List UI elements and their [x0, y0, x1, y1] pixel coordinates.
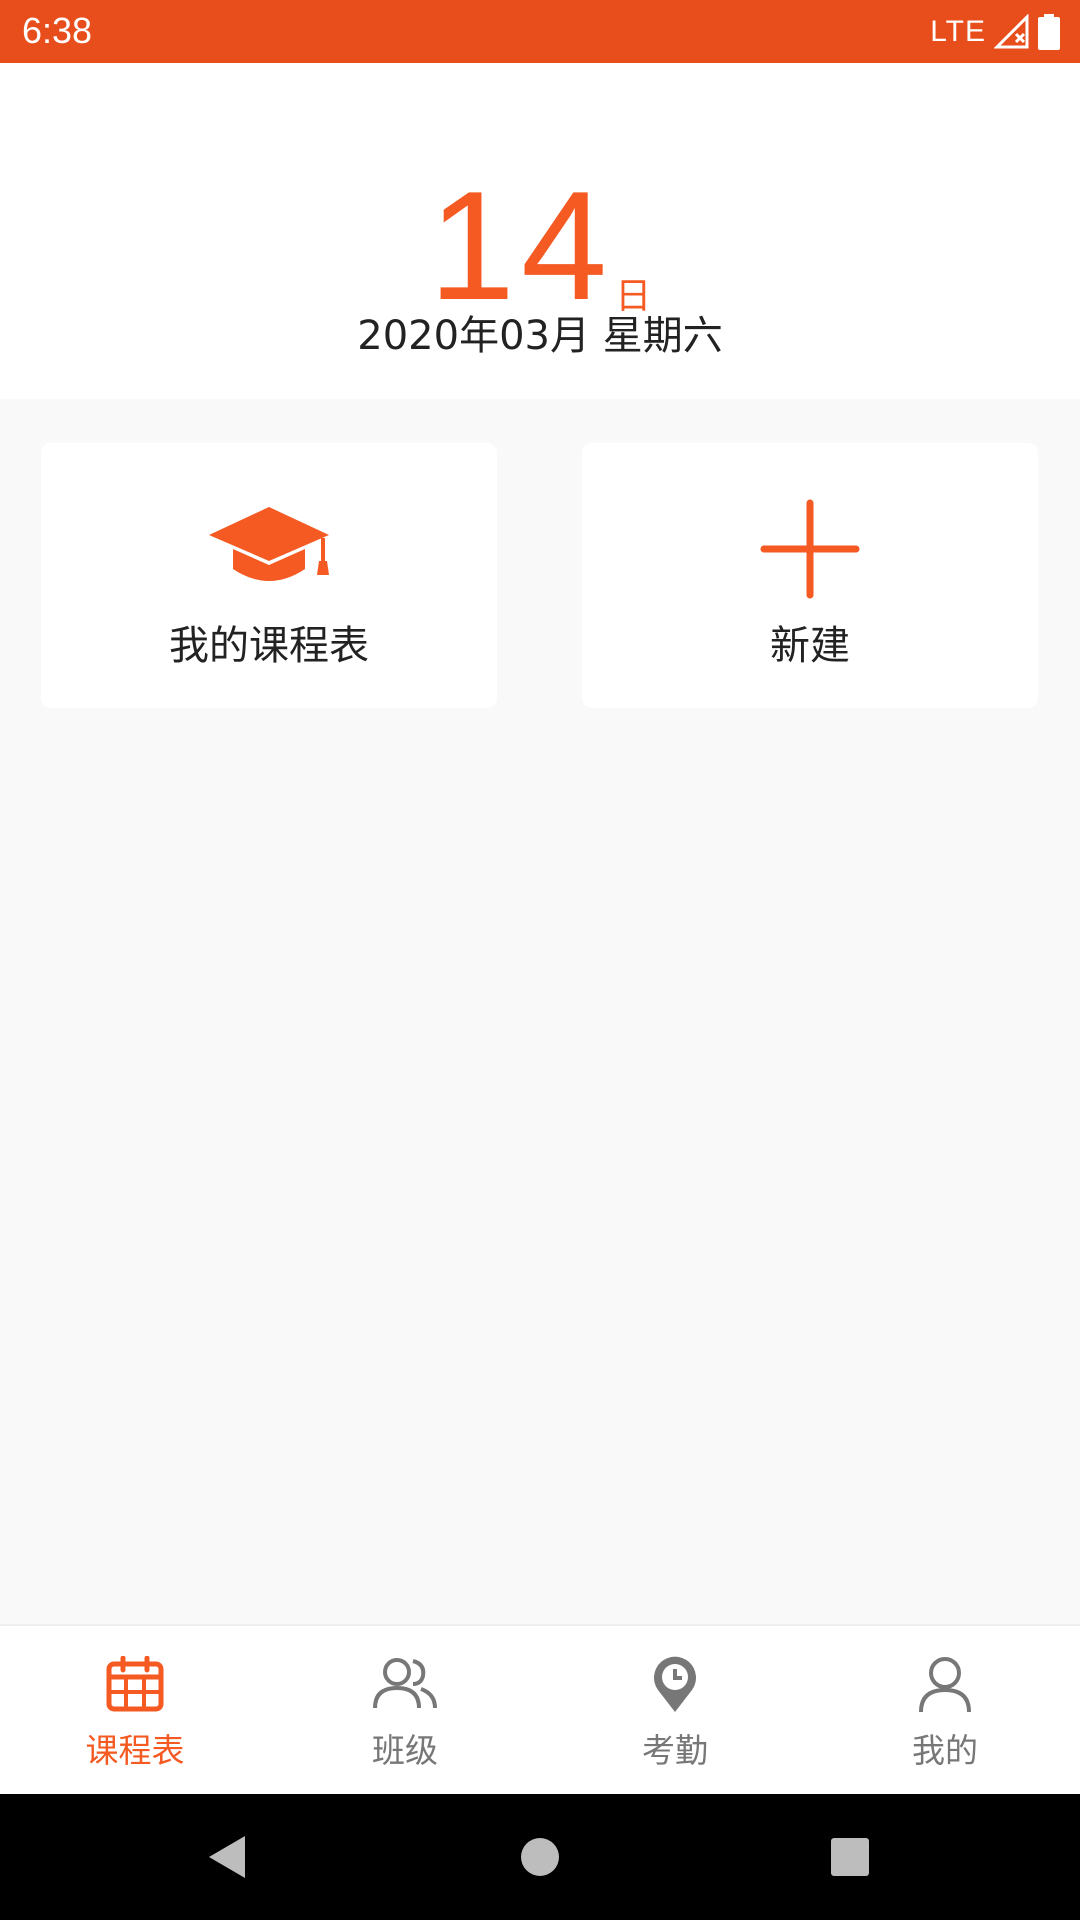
tab-mine[interactable]: 我的: [810, 1626, 1080, 1796]
my-schedule-card[interactable]: 我的课程表: [41, 443, 497, 708]
date-header: 14 日 2020年03月 星期六: [0, 63, 1080, 399]
tab-label: 考勤: [642, 1731, 708, 1770]
home-circle-icon: [521, 1838, 559, 1876]
status-icons: LTE: [930, 12, 1060, 52]
calendar-icon: [0, 1656, 270, 1712]
date-line: 2020年03月 星期六: [0, 303, 1080, 361]
new-schedule-card[interactable]: 新建: [582, 443, 1038, 708]
tab-label: 班级: [372, 1731, 438, 1770]
network-type: LTE: [930, 15, 986, 48]
graduation-cap-icon: [41, 503, 497, 587]
my-schedule-label: 我的课程表: [169, 623, 369, 669]
back-triangle-icon: [209, 1836, 245, 1878]
plus-icon: [582, 499, 1038, 599]
recents-button[interactable]: [790, 1794, 910, 1920]
day-display: 14 日: [0, 133, 1080, 323]
bottom-tab-bar: 课程表 班级 考勤 我的: [0, 1624, 1080, 1796]
weekday: 星期六: [602, 313, 723, 359]
status-bar: 6:38 LTE: [0, 0, 1080, 63]
tab-class[interactable]: 班级: [270, 1626, 540, 1796]
system-nav-bar: [0, 1794, 1080, 1920]
tab-label: 课程表: [85, 1731, 185, 1770]
battery-icon: [1038, 14, 1060, 50]
location-clock-icon: [540, 1656, 810, 1714]
tab-label: 我的: [912, 1731, 978, 1770]
new-label: 新建: [770, 623, 850, 669]
home-button[interactable]: [480, 1794, 600, 1920]
group-icon: [270, 1656, 540, 1712]
status-time: 6:38: [22, 10, 93, 51]
tab-schedule[interactable]: 课程表: [0, 1626, 270, 1796]
recents-square-icon: [831, 1838, 869, 1876]
signal-icon: [994, 14, 1029, 49]
person-icon: [810, 1656, 1080, 1714]
tab-attendance[interactable]: 考勤: [540, 1626, 810, 1796]
year-month: 2020年03月: [357, 313, 590, 359]
day-number: 14: [428, 159, 614, 332]
back-button[interactable]: [166, 1794, 286, 1920]
